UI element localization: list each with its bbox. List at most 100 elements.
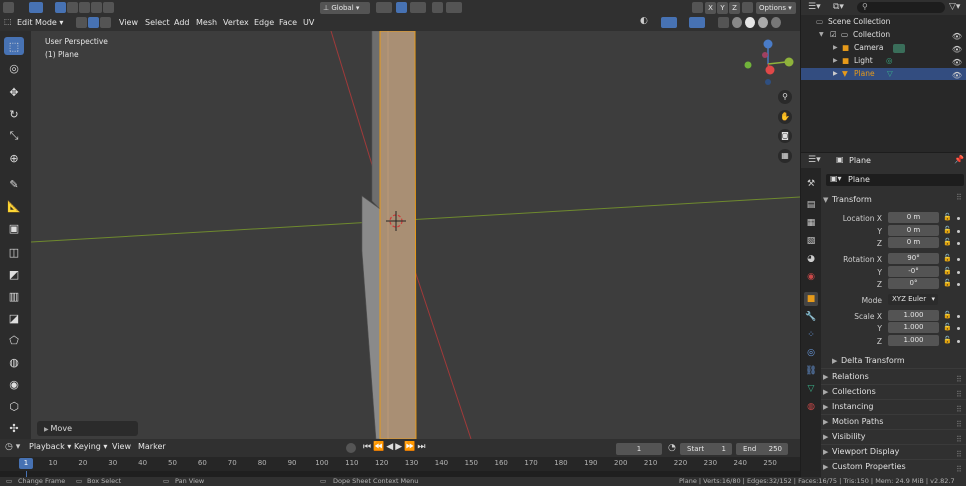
keyframe-dot-icon[interactable] xyxy=(957,283,960,286)
modifiers-tab-icon[interactable]: 🔧 xyxy=(804,310,818,324)
keyframe-dot-icon[interactable] xyxy=(957,327,960,330)
menu-playback[interactable]: Playback ▾ xyxy=(29,442,71,451)
collections-panel[interactable]: ▶ Collections xyxy=(823,384,963,399)
keyframe-dot-icon[interactable] xyxy=(957,242,960,245)
lock-icon[interactable]: 🔓 xyxy=(943,226,952,234)
editor-type-icon[interactable] xyxy=(3,2,14,13)
selected-plane[interactable] xyxy=(379,31,417,439)
output-tab-icon[interactable]: ▦ xyxy=(804,216,818,230)
face-select-icon[interactable] xyxy=(100,17,111,28)
last-operator-panel[interactable]: ▶ Move xyxy=(37,421,138,436)
current-frame-field[interactable]: 1 xyxy=(616,443,662,455)
mirror-y-toggle[interactable]: Y xyxy=(717,2,728,14)
transform-icon[interactable]: ⊕ xyxy=(4,149,24,167)
scale-z-field[interactable]: 1.000 xyxy=(888,335,939,346)
lock-icon[interactable]: 🔓 xyxy=(943,336,952,344)
menu-add[interactable]: Add xyxy=(174,18,190,27)
annotate-icon[interactable]: ✎ xyxy=(4,175,24,193)
camera-data-icon[interactable] xyxy=(893,44,905,53)
rotation-y-field[interactable]: -0° xyxy=(888,266,939,277)
pan-icon[interactable]: ✋ xyxy=(778,110,792,124)
instancing-panel[interactable]: ▶ Instancing xyxy=(823,399,963,414)
menu-face[interactable]: Face xyxy=(279,18,297,27)
timeline-editor-icon[interactable]: ◷ ▾ xyxy=(5,442,20,452)
gizmo-neg-x-icon[interactable] xyxy=(762,52,768,58)
object-type-icon[interactable]: ▣▾ xyxy=(830,174,842,183)
knife-icon[interactable]: ◪ xyxy=(4,309,24,327)
rotate-icon[interactable]: ↻ xyxy=(4,105,24,123)
object-name-field[interactable]: ▣▾ Plane xyxy=(826,174,964,186)
options-dropdown[interactable]: Options ▾ xyxy=(756,2,796,14)
light-data-icon[interactable]: ◎ xyxy=(886,55,893,67)
rotation-z-field[interactable]: 0° xyxy=(888,278,939,289)
gizmo-z-icon[interactable] xyxy=(763,39,773,49)
scene-tab-icon[interactable]: ◕ xyxy=(804,252,818,266)
overlays-icon[interactable] xyxy=(689,17,705,28)
material-shading-icon[interactable] xyxy=(758,17,768,28)
menu-edge[interactable]: Edge xyxy=(254,18,274,27)
menu-timeline-view[interactable]: View xyxy=(112,442,131,451)
scale-icon[interactable]: ⤡ xyxy=(4,127,24,145)
drag-handles[interactable]: ⠿ ⠿ ⠿ ⠿ ⠿ ⠿ ⠿ xyxy=(956,372,962,477)
visibility-panel[interactable]: ▶ Visibility xyxy=(823,429,963,444)
tool-tab-icon[interactable]: ⚒ xyxy=(804,177,818,191)
world-tab-icon[interactable]: ◉ xyxy=(804,270,818,284)
keyframe-dot-icon[interactable] xyxy=(957,258,960,261)
xray-icon[interactable] xyxy=(718,17,729,28)
viewport-display-panel[interactable]: ▶ Viewport Display xyxy=(823,444,963,459)
shear-icon[interactable]: ✣ xyxy=(4,419,24,437)
edge-select-icon[interactable] xyxy=(88,17,99,28)
view-layer-tab-icon[interactable]: ▧ xyxy=(804,234,818,248)
outliner-search-input[interactable]: ⚲ xyxy=(857,2,945,13)
transform-orientation-dropdown[interactable]: ⊥ Global ▾ xyxy=(320,2,370,14)
lock-icon[interactable]: 🔓 xyxy=(943,213,952,221)
shrink-fatten-icon[interactable]: ⬡ xyxy=(4,397,24,415)
new-selection-icon[interactable] xyxy=(55,2,66,13)
pivot-icon[interactable] xyxy=(376,2,392,13)
cursor-icon[interactable]: ◎ xyxy=(4,59,24,77)
select-box-icon[interactable]: ⬚ xyxy=(4,37,24,55)
mirror-x-toggle[interactable]: X xyxy=(705,2,716,14)
measure-icon[interactable]: 📐 xyxy=(4,197,24,215)
gizmo-neg-y-icon[interactable] xyxy=(744,61,752,69)
keyframe-dot-icon[interactable] xyxy=(957,271,960,274)
falloff-icon[interactable] xyxy=(446,2,462,13)
lock-icon[interactable]: 🔓 xyxy=(943,254,952,262)
3d-viewport[interactable]: ⚲ ✋ ◙ ▦ xyxy=(31,31,800,439)
menu-mesh[interactable]: Mesh xyxy=(196,18,217,27)
mirror-icon[interactable] xyxy=(692,2,703,13)
scale-y-field[interactable]: 1.000 xyxy=(888,322,939,333)
location-x-field[interactable]: 0 m xyxy=(888,212,939,223)
particles-tab-icon[interactable]: ⁘ xyxy=(804,328,818,342)
delta-transform-panel[interactable]: ▶ Delta Transform xyxy=(832,353,960,368)
extend-selection-icon[interactable] xyxy=(67,2,78,13)
keyframe-dot-icon[interactable] xyxy=(957,340,960,343)
move-icon[interactable]: ✥ xyxy=(4,83,24,101)
wireframe-shading-icon[interactable] xyxy=(732,17,742,28)
motion-paths-panel[interactable]: ▶ Motion Paths xyxy=(823,414,963,429)
menu-vertex[interactable]: Vertex xyxy=(223,18,249,27)
constraints-tab-icon[interactable]: ⛓ xyxy=(804,364,818,378)
filter-icon[interactable]: ▽▾ xyxy=(949,2,960,12)
scale-x-field[interactable]: 1.000 xyxy=(888,310,939,321)
rotation-x-field[interactable]: 90° xyxy=(888,253,939,264)
rendered-shading-icon[interactable] xyxy=(771,17,781,28)
camera-view-icon[interactable]: ◙ xyxy=(778,129,792,143)
intersect-selection-icon[interactable] xyxy=(103,2,114,13)
snap-target-icon[interactable] xyxy=(410,2,426,13)
select-mode-icon[interactable] xyxy=(29,2,43,13)
loop-cut-icon[interactable]: ▥ xyxy=(4,287,24,305)
mode-dropdown[interactable]: Edit Mode ▾ xyxy=(17,18,63,27)
location-y-field[interactable]: 0 m xyxy=(888,225,939,236)
lock-icon[interactable]: 🔓 xyxy=(943,267,952,275)
lock-icon[interactable]: 🔓 xyxy=(943,238,952,246)
checkbox-icon[interactable]: ☑ xyxy=(830,29,837,41)
location-z-field[interactable]: 0 m xyxy=(888,237,939,248)
data-tab-icon[interactable]: ▽ xyxy=(804,382,818,396)
outliner-collection[interactable]: ▼ ☑ ▭ Collection 👁 xyxy=(801,29,966,41)
material-tab-icon[interactable]: ◍ xyxy=(804,400,818,414)
outliner-item-plane[interactable]: ▶ ▼ Plane ▽ 👁 xyxy=(801,68,966,80)
subtract-selection-icon[interactable] xyxy=(79,2,90,13)
expand-arrow-icon[interactable]: ▶ xyxy=(833,42,838,54)
solid-shading-icon[interactable] xyxy=(745,17,755,28)
